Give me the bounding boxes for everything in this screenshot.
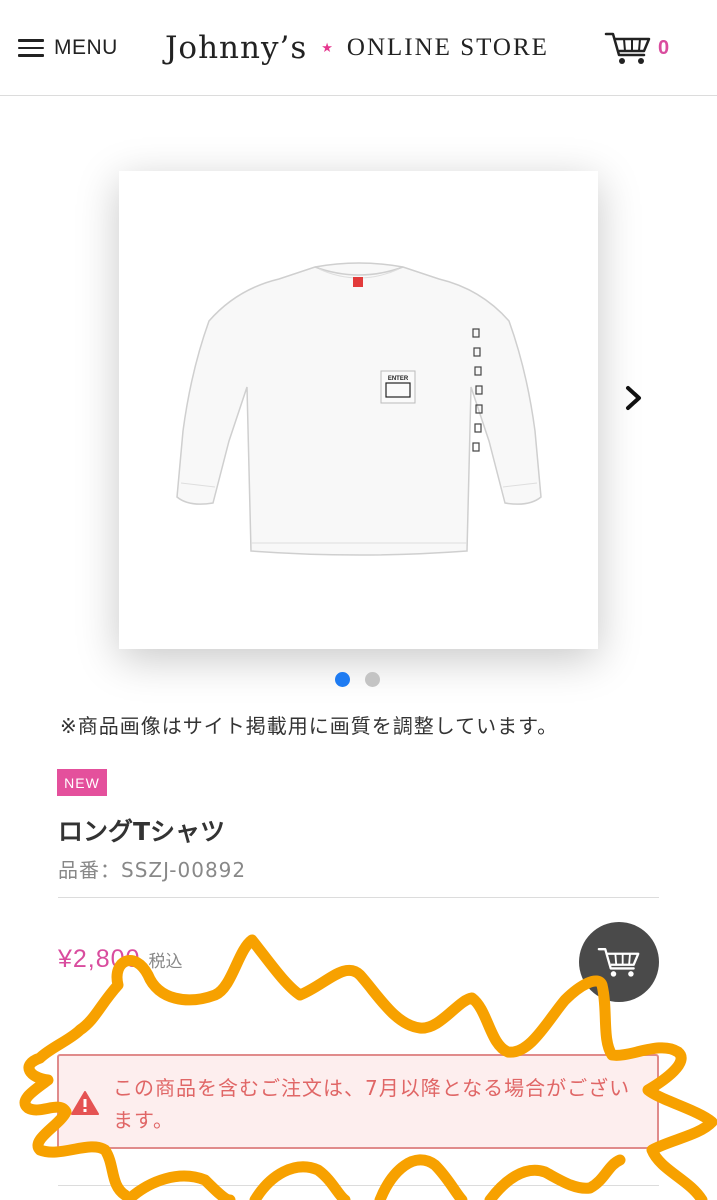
- price-block: ¥2,800 税込: [58, 945, 182, 974]
- store-logo[interactable]: Johnny’s ★ ONLINE STORE: [165, 26, 549, 70]
- logo-script-text: Johnny’s: [165, 30, 308, 66]
- new-badge: NEW: [57, 769, 107, 796]
- logo-star-icon: ★: [321, 40, 333, 56]
- add-to-cart-button[interactable]: [579, 922, 659, 1002]
- shipping-alert: この商品を含むご注文は、7月以降となる場合がございます。: [57, 1054, 659, 1149]
- next-slide-button[interactable]: [620, 382, 648, 414]
- cart-count-badge: 0: [658, 36, 670, 59]
- chevron-right-icon: [626, 386, 641, 410]
- alert-text: この商品を含むご注文は、7月以降となる場合がございます。: [113, 1076, 631, 1132]
- warning-icon: [71, 1091, 99, 1115]
- tax-label: 税込: [148, 952, 183, 972]
- cart-icon: [604, 32, 651, 64]
- logo-store-text: ONLINE STORE: [346, 34, 549, 61]
- shirt-print-text: ENTER: [388, 376, 409, 382]
- site-header: MENU Johnny’s ★ ONLINE STORE 0: [0, 0, 717, 96]
- header-cart-button[interactable]: 0: [604, 30, 669, 66]
- product-image[interactable]: ENTER: [119, 171, 598, 649]
- long-tshirt-image: ENTER: [176, 262, 542, 556]
- product-name: ロングTシャツ: [58, 817, 226, 846]
- menu-button[interactable]: MENU: [18, 32, 118, 64]
- cart-icon: [597, 948, 640, 977]
- carousel-dot[interactable]: [335, 672, 350, 687]
- carousel-dots: [335, 672, 380, 687]
- product-image-carousel[interactable]: ENTER: [0, 96, 717, 706]
- image-quality-note: ※商品画像はサイト掲載用に画質を調整しています。: [60, 714, 559, 738]
- divider: [58, 897, 659, 898]
- carousel-dot[interactable]: [365, 672, 380, 687]
- divider: [58, 1185, 659, 1186]
- product-page: MENU Johnny’s ★ ONLINE STORE 0 ENTER ※商品…: [0, 0, 717, 1200]
- product-code: 品番：SSZJ-00892: [58, 858, 247, 882]
- price-value: ¥2,800: [58, 945, 141, 973]
- menu-label: MENU: [54, 36, 118, 59]
- hamburger-icon: [18, 39, 44, 57]
